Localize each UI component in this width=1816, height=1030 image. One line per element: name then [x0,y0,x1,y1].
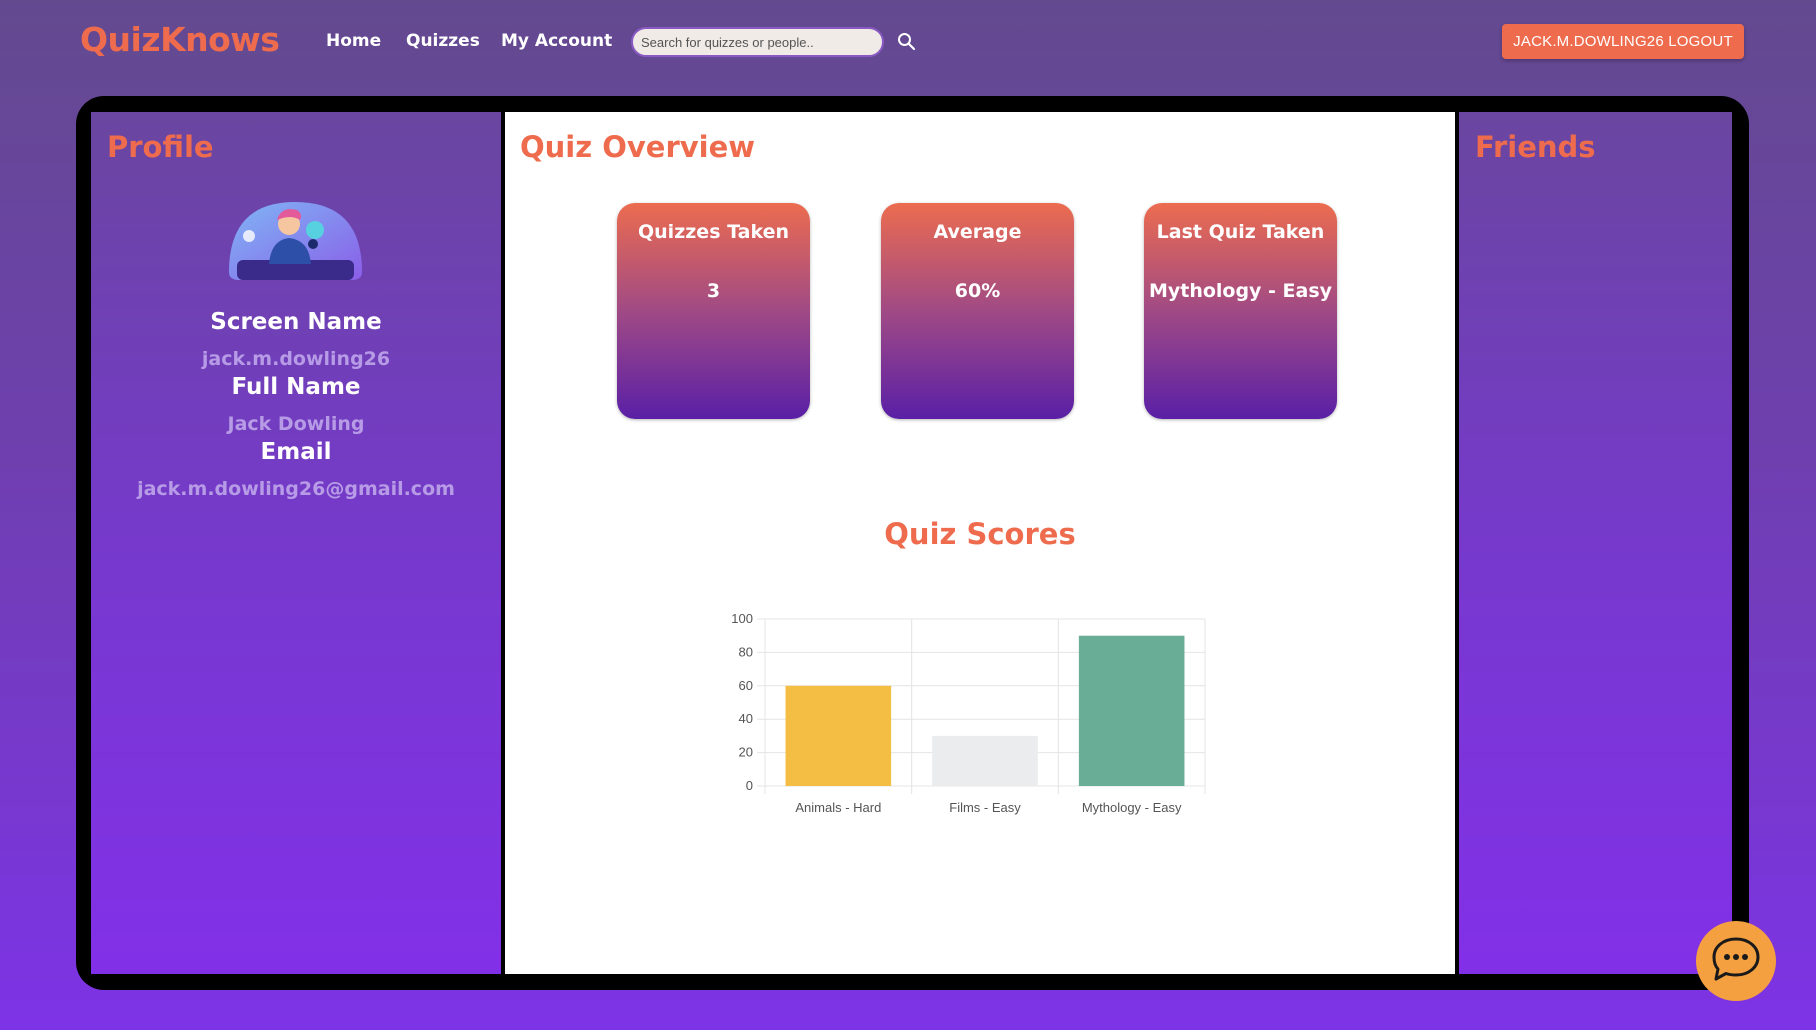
stat-card-average: Average 60% [881,203,1074,419]
profile-title: Profile [107,130,214,164]
email-label: Email [260,439,332,465]
chat-bubble-icon[interactable] [1696,921,1776,1001]
y-tick-label: 0 [746,778,753,793]
x-tick-label: Films - Easy [949,800,1021,815]
stat-card-title: Last Quiz Taken [1156,221,1325,243]
search-icon[interactable] [896,31,918,53]
stat-card-quizzes-taken: Quizzes Taken 3 [617,203,810,419]
top-nav-bar: QuizKnows Home Quizzes My Account JACK.M… [0,0,1816,90]
quiz-scores-chart: 0 20 40 60 80 100 Animals - Hard Films - Easy My… [731,611,1206,815]
x-tick-label: Animals - Hard [795,800,881,815]
chart-title: Quiz Scores [884,517,1076,551]
y-tick-label: 100 [731,611,753,626]
chart-bar [785,685,892,786]
stat-card-value: 3 [706,280,721,302]
brand-logo[interactable]: QuizKnows [80,20,280,59]
nav-my-account[interactable]: My Account [501,31,612,51]
avatar [227,202,364,280]
quiz-overview-panel: Quiz Overview Quizzes Taken 3 Average 60… [505,112,1455,974]
stat-card-value: 60% [954,280,1001,302]
screen-name-label: Screen Name [210,309,382,335]
profile-panel: Profile Screen Name jack.m.dowling26 Ful… [91,112,501,974]
full-name-value: Jack Dowling [227,413,365,435]
y-tick-label: 20 [739,745,753,760]
chart-bar [932,735,1038,786]
x-tick-label: Mythology - Easy [1082,800,1182,815]
stat-card-value: Mythology - Easy [1148,280,1333,302]
stat-card-last-quiz: Last Quiz Taken Mythology - Easy [1144,203,1337,419]
friends-title: Friends [1475,130,1596,164]
email-value: jack.m.dowling26@gmail.com [137,478,455,500]
logout-button[interactable]: JACK.M.DOWLING26 LOGOUT [1502,24,1744,59]
nav-quizzes[interactable]: Quizzes [406,31,480,51]
nav-home[interactable]: Home [326,31,381,51]
screen-name-value: jack.m.dowling26 [201,348,391,370]
stat-card-title: Average [933,221,1022,243]
stat-card-title: Quizzes Taken [638,221,789,243]
y-tick-label: 80 [739,644,753,659]
friends-panel: Friends [1459,112,1732,974]
chart-bar [1078,635,1185,786]
y-tick-label: 40 [739,711,753,726]
overview-title: Quiz Overview [520,130,756,164]
full-name-label: Full Name [231,374,361,400]
search-input[interactable] [631,27,884,57]
y-tick-label: 60 [739,678,753,693]
